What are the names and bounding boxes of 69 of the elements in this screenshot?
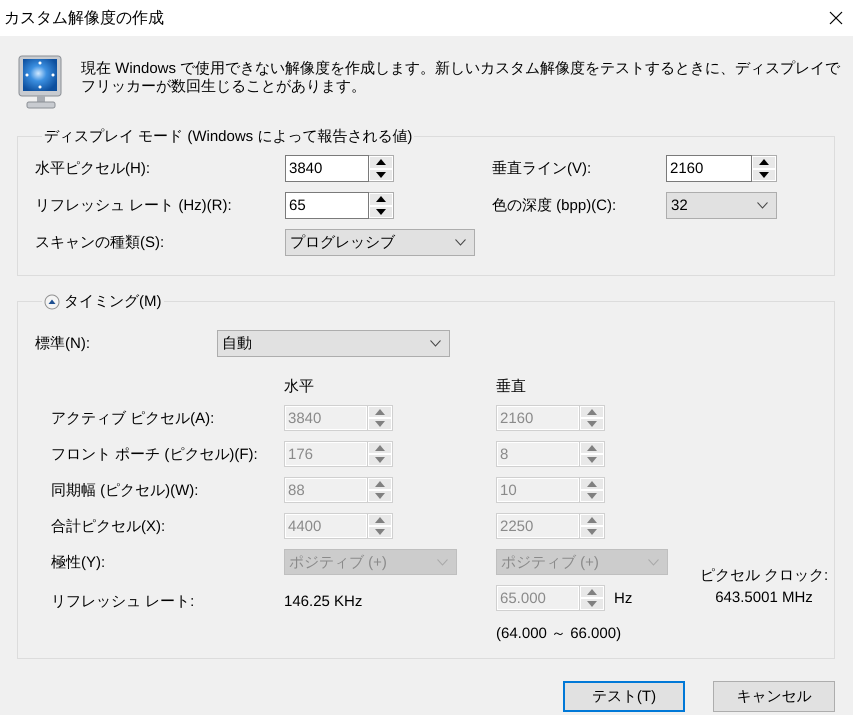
down-triangle-icon	[375, 457, 385, 463]
field-label: アクティブ ピクセル(A):	[51, 408, 216, 428]
dialog-button[interactable]: テスト(T)	[563, 681, 685, 712]
monitor-icon	[18, 55, 62, 111]
field-label: 合計ピクセル(X):	[51, 516, 166, 536]
field-label: 水平ピクセル(H):	[35, 159, 151, 178]
close-icon[interactable]	[829, 11, 843, 25]
pixel-clock-label: ピクセル クロック:	[698, 566, 830, 586]
pixel-clock-value: 643.5001 MHz	[714, 588, 814, 608]
spin-down-button[interactable]	[369, 206, 393, 218]
up-triangle-icon	[587, 409, 597, 415]
field-label: 垂直ライン(V):	[492, 159, 592, 178]
dropdown[interactable]: プログレッシブ	[285, 229, 475, 256]
collapse-icon[interactable]	[44, 294, 60, 310]
up-triangle-icon	[375, 481, 385, 487]
down-triangle-icon	[376, 208, 386, 215]
down-triangle-icon	[587, 421, 597, 427]
spin-down-button[interactable]	[369, 168, 393, 181]
description-text: 現在 Windows で使用できない解像度を作成します。新しいカスタム解像度をテストするときに、ディスプレイでフリッカーが数回生じることがあります。	[81, 60, 841, 97]
group-title: ディスプレイ モード (Windows によって報告される値)	[44, 127, 412, 146]
down-triangle-icon	[375, 529, 385, 535]
chevron-down-icon	[648, 558, 659, 566]
up-triangle-icon	[376, 159, 386, 166]
dropdown[interactable]: 自動	[217, 330, 450, 356]
dialog-button[interactable]: キャンセル	[713, 681, 835, 712]
field-label: フロント ポーチ (ピクセル)(F):	[51, 444, 259, 464]
field-label: 色の深度 (bpp)(C):	[492, 196, 618, 215]
up-triangle-icon	[587, 445, 597, 451]
field-label: リフレッシュ レート:	[51, 592, 196, 611]
down-triangle-icon	[587, 457, 597, 463]
up-triangle-icon	[376, 196, 386, 202]
up-triangle-icon	[587, 481, 597, 487]
up-triangle-icon	[375, 409, 385, 415]
frequency-value: 146.25 KHz	[284, 593, 364, 610]
number-field[interactable]: 65	[285, 192, 369, 219]
chevron-down-icon	[437, 558, 448, 566]
up-triangle-icon	[759, 159, 769, 166]
up-triangle-icon	[375, 517, 385, 523]
chevron-down-icon	[430, 340, 441, 346]
window-title: カスタム解像度の作成	[4, 8, 164, 28]
unit-label: Hz	[614, 590, 632, 606]
down-triangle-icon	[376, 172, 386, 178]
down-triangle-icon	[759, 172, 769, 178]
up-triangle-icon	[587, 517, 597, 523]
up-triangle-icon	[375, 445, 385, 451]
column-heading: 垂直	[496, 376, 527, 396]
field-label: 標準(N):	[35, 334, 91, 352]
field-label: 同期幅 (ピクセル)(W):	[51, 480, 200, 500]
chevron-down-icon	[757, 202, 768, 209]
spin-up-button[interactable]	[752, 156, 776, 168]
field-label: 極性(Y):	[51, 552, 106, 572]
down-triangle-icon	[587, 493, 597, 499]
column-heading: 水平	[284, 376, 315, 396]
spin-up-button[interactable]	[369, 156, 393, 168]
down-triangle-icon	[375, 421, 385, 427]
down-triangle-icon	[587, 601, 597, 607]
group-title: タイミング(M)	[64, 292, 162, 311]
field-label: スキャンの種類(S):	[35, 233, 166, 252]
range-text: (64.000 ～ 66.000)	[496, 624, 622, 642]
field-label: リフレッシュ レート (Hz)(R):	[35, 196, 233, 215]
number-field[interactable]: 3840	[285, 155, 369, 182]
spin-up-button[interactable]	[369, 193, 393, 206]
number-field[interactable]: 2160	[666, 155, 752, 182]
down-triangle-icon	[587, 529, 597, 535]
spin-down-button[interactable]	[752, 168, 776, 181]
down-triangle-icon	[375, 493, 385, 499]
chevron-down-icon	[455, 239, 466, 246]
up-triangle-icon	[587, 589, 597, 595]
dropdown[interactable]: 32	[666, 192, 777, 219]
